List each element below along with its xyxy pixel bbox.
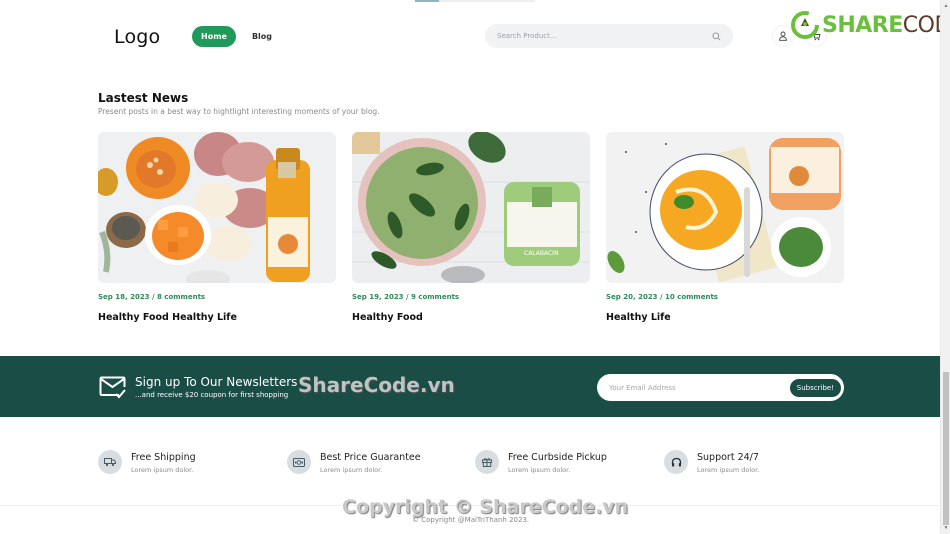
search-icon[interactable] bbox=[711, 31, 721, 41]
feature-item: Free Curbside Pickup Lorem ipsum dolor. bbox=[475, 450, 607, 474]
headset-icon bbox=[664, 450, 688, 474]
feature-title: Free Shipping bbox=[131, 452, 196, 463]
search-bar bbox=[485, 24, 733, 48]
money-icon bbox=[287, 450, 311, 474]
mail-check-icon bbox=[99, 375, 127, 399]
site-logo[interactable]: Logo bbox=[114, 26, 160, 48]
newsletter-subtitle: ...and receive $20 coupon for first shop… bbox=[135, 391, 289, 399]
news-card-meta: Sep 20, 2023 / 10 comments bbox=[606, 293, 718, 301]
subscribe-button[interactable]: Subscribe! bbox=[789, 378, 841, 397]
feature-title: Support 24/7 bbox=[697, 452, 759, 463]
news-card-image[interactable] bbox=[98, 132, 336, 283]
news-section-subtitle: Present posts in a best way to hightligh… bbox=[98, 107, 380, 116]
news-card-image[interactable] bbox=[606, 132, 844, 283]
newsletter-title: Sign up To Our Newsletters bbox=[135, 375, 298, 389]
news-card-meta: Sep 19, 2023 / 9 comments bbox=[352, 293, 460, 301]
news-card-image[interactable]: CALABACIN bbox=[352, 132, 590, 283]
feature-item: Best Price Guarantee Lorem ipsum dolor. bbox=[287, 450, 421, 474]
feature-title: Best Price Guarantee bbox=[320, 452, 421, 463]
feature-desc: Lorem ipsum dolor. bbox=[131, 466, 194, 474]
news-card[interactable]: Sep 18, 2023 / 8 comments Healthy Food H… bbox=[98, 132, 336, 323]
vertical-scrollbar[interactable]: ▲ ▼ bbox=[940, 0, 950, 534]
newsletter-section: Sign up To Our Newsletters ...and receiv… bbox=[0, 356, 940, 417]
truck-icon bbox=[98, 450, 122, 474]
watermark-text: ShareCode.vn bbox=[298, 373, 455, 397]
svg-text:CALABACIN: CALABACIN bbox=[524, 250, 558, 257]
news-section-title: Lastest News bbox=[98, 91, 189, 105]
gift-icon bbox=[475, 450, 499, 474]
scroll-up-arrow-icon[interactable]: ▲ bbox=[943, 2, 949, 10]
news-card-meta: Sep 18, 2023 / 8 comments bbox=[98, 293, 206, 301]
newsletter-form: Subscribe! bbox=[597, 374, 844, 401]
feature-item: Free Shipping Lorem ipsum dolor. bbox=[98, 450, 196, 474]
news-card-title[interactable]: Healthy Life bbox=[606, 312, 844, 323]
feature-item: Support 24/7 Lorem ipsum dolor. bbox=[664, 450, 759, 474]
search-input[interactable] bbox=[497, 32, 711, 40]
feature-desc: Lorem ipsum dolor. bbox=[320, 466, 383, 474]
watermark-copyright: Copyright © ShareCode.vn bbox=[342, 496, 629, 518]
scroll-down-arrow-icon[interactable]: ▼ bbox=[943, 524, 949, 532]
scrollbar-thumb[interactable] bbox=[943, 372, 949, 525]
news-card[interactable]: CALABACIN Sep 19, 2023 / 9 comments Heal… bbox=[352, 132, 590, 323]
nav-item-blog[interactable]: Blog bbox=[244, 26, 280, 47]
feature-title: Free Curbside Pickup bbox=[508, 452, 607, 463]
nav-item-home[interactable]: Home bbox=[192, 26, 236, 47]
main-nav: Home Blog bbox=[192, 26, 280, 47]
watermark-logo: SHARECODE.vn bbox=[790, 10, 940, 40]
feature-desc: Lorem ipsum dolor. bbox=[508, 466, 571, 474]
feature-desc: Lorem ipsum dolor. bbox=[697, 466, 760, 474]
page-viewport: Logo Home Blog SHARECODE.vn Lastes bbox=[0, 0, 940, 534]
site-header: Logo Home Blog SHARECODE.vn bbox=[0, 0, 940, 70]
watermark-logo-icon bbox=[791, 11, 819, 39]
news-card-title[interactable]: Healthy Food Healthy Life bbox=[98, 312, 336, 323]
copyright-text: © Copyright @MaiTriThanh 2023. bbox=[412, 516, 530, 524]
watermark-brand-share: SHARE bbox=[822, 12, 903, 38]
newsletter-email-input[interactable] bbox=[609, 383, 790, 392]
news-card-title[interactable]: Healthy Food bbox=[352, 312, 590, 323]
watermark-brand-code: CODE.vn bbox=[902, 12, 940, 38]
news-card[interactable]: Sep 20, 2023 / 10 comments Healthy Life bbox=[606, 132, 844, 323]
